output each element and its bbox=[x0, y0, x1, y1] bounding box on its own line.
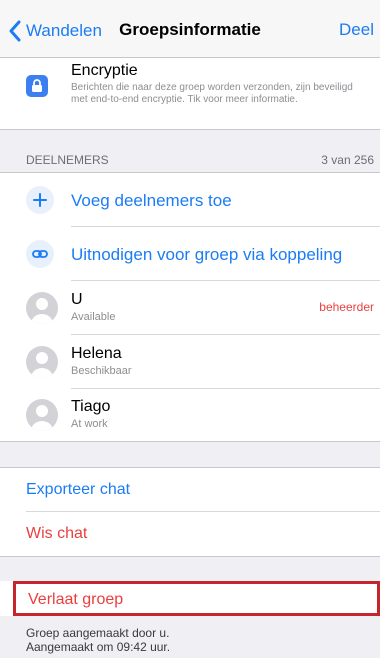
avatar bbox=[26, 399, 58, 431]
member-row[interactable]: U Available beheerder bbox=[0, 281, 380, 335]
encryption-row[interactable]: Encryptie Berichten die naar deze groep … bbox=[0, 58, 380, 130]
navigation-bar: Wandelen Groepsinformatie Deel bbox=[0, 0, 380, 58]
participants-count: 3 van 256 bbox=[321, 153, 374, 167]
clear-chat-row[interactable]: Wis chat bbox=[0, 512, 380, 556]
created-by-text: Groep aangemaakt door u. bbox=[26, 626, 170, 640]
link-icon bbox=[26, 240, 54, 268]
lock-icon bbox=[26, 75, 48, 97]
admin-badge: beheerder bbox=[319, 300, 374, 314]
participants-header-label: DEELNEMERS bbox=[26, 153, 109, 167]
export-chat-label: Exporteer chat bbox=[26, 481, 131, 498]
leave-group-button[interactable]: Verlaat groep bbox=[13, 581, 380, 616]
member-row[interactable]: Helena Beschikbaar bbox=[0, 335, 380, 389]
share-button[interactable]: Deel bbox=[339, 20, 374, 40]
encryption-title: Encryptie bbox=[71, 62, 138, 79]
chat-actions-list: Exporteer chat Wis chat bbox=[0, 467, 380, 557]
plus-icon bbox=[26, 186, 54, 214]
leave-group-label: Verlaat groep bbox=[28, 591, 124, 608]
created-at-text: Aangemaakt om 09:42 uur. bbox=[26, 640, 171, 654]
member-status: At work bbox=[71, 418, 108, 430]
add-participants-row[interactable]: Voeg deelnemers toe bbox=[0, 173, 380, 227]
leave-group-row-background bbox=[0, 581, 13, 616]
member-status: Available bbox=[71, 311, 116, 323]
participants-header: DEELNEMERS 3 van 256 bbox=[0, 148, 380, 170]
encryption-description: Berichten die naar deze groep worden ver… bbox=[71, 82, 353, 105]
avatar bbox=[26, 292, 58, 324]
member-name: U bbox=[71, 291, 83, 308]
avatar bbox=[26, 346, 58, 378]
clear-chat-label: Wis chat bbox=[26, 525, 88, 542]
member-name: Tiago bbox=[71, 398, 111, 415]
member-row[interactable]: Tiago At work bbox=[0, 389, 380, 441]
group-created-info: Groep aangemaakt door u. Aangemaakt om 0… bbox=[26, 626, 170, 654]
page-title: Groepsinformatie bbox=[119, 20, 261, 39]
export-chat-row[interactable]: Exporteer chat bbox=[0, 468, 380, 512]
member-name: Helena bbox=[71, 345, 122, 362]
invite-link-label: Uitnodigen voor groep via koppeling bbox=[71, 245, 343, 264]
member-status: Beschikbaar bbox=[71, 365, 132, 377]
invite-link-row[interactable]: Uitnodigen voor groep via koppeling bbox=[0, 227, 380, 281]
add-participants-label: Voeg deelnemers toe bbox=[71, 191, 232, 210]
participants-list: Voeg deelnemers toe Uitnodigen voor groe… bbox=[0, 172, 380, 442]
